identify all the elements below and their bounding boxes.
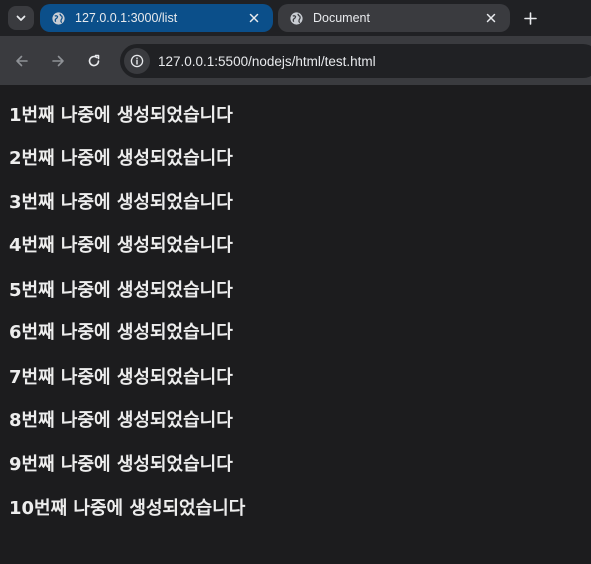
new-tab-button[interactable] (518, 6, 542, 30)
url-text[interactable]: 127.0.0.1:5500/nodejs/html/test.html (158, 54, 376, 69)
close-icon[interactable] (245, 9, 263, 27)
reload-button[interactable] (82, 49, 106, 73)
tab-document[interactable]: Document (278, 4, 510, 32)
globe-icon (50, 10, 66, 26)
list-item: 4번째 나중에 생성되었습니다 (9, 235, 233, 256)
arrow-right-icon (50, 53, 66, 69)
plus-icon (523, 11, 537, 25)
forward-button[interactable] (46, 49, 70, 73)
close-icon[interactable] (482, 9, 500, 27)
arrow-left-icon (14, 53, 30, 69)
tab-search-button[interactable] (8, 6, 34, 30)
list-item: 8번째 나중에 생성되었습니다 (9, 410, 233, 431)
reload-icon (86, 53, 102, 69)
list-item: 5번째 나중에 생성되었습니다 (9, 280, 233, 301)
globe-icon (288, 10, 304, 26)
list-item: 3번째 나중에 생성되었습니다 (9, 192, 233, 213)
toolbar: 127.0.0.1:5500/nodejs/html/test.html (0, 36, 591, 85)
browser-window: 127.0.0.1:3000/list Document 127.0.0.1:5… (0, 0, 591, 564)
info-icon[interactable] (124, 48, 150, 74)
tab-title: Document (313, 11, 370, 25)
list-item: 7번째 나중에 생성되었습니다 (9, 367, 233, 388)
tab-title: 127.0.0.1:3000/list (75, 11, 178, 25)
list-item: 2번째 나중에 생성되었습니다 (9, 148, 233, 169)
page-content: 1번째 나중에 생성되었습니다 2번째 나중에 생성되었습니다 3번째 나중에 … (0, 85, 591, 564)
list-item: 9번째 나중에 생성되었습니다 (9, 454, 233, 475)
list-item: 6번째 나중에 생성되었습니다 (9, 322, 233, 343)
list-item: 1번째 나중에 생성되었습니다 (9, 105, 233, 126)
list-item: 10번째 나중에 생성되었습니다 (9, 498, 246, 519)
back-button[interactable] (10, 49, 34, 73)
chevron-down-icon (15, 12, 27, 24)
address-bar[interactable]: 127.0.0.1:5500/nodejs/html/test.html (120, 44, 591, 78)
tab-strip: 127.0.0.1:3000/list Document (0, 0, 591, 36)
tab-list[interactable]: 127.0.0.1:3000/list (40, 4, 273, 32)
